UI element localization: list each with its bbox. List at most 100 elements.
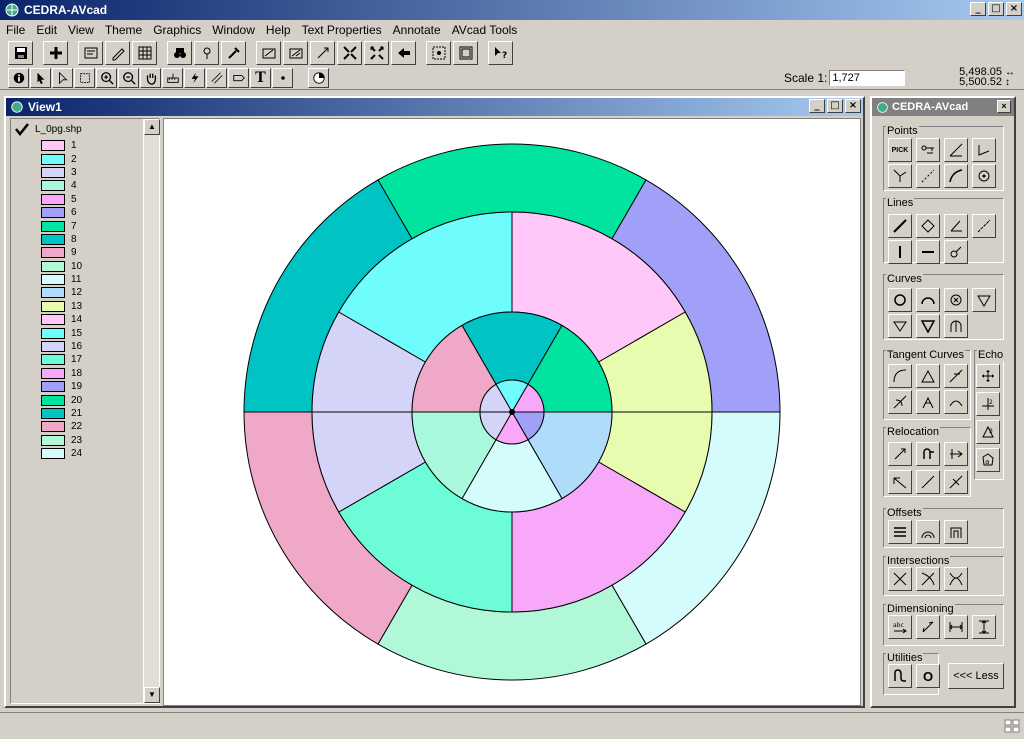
legend-swatch[interactable] bbox=[41, 408, 65, 419]
relocate-point-button[interactable] bbox=[944, 470, 968, 494]
text-tool[interactable]: T bbox=[250, 67, 271, 88]
echo-three-button[interactable]: 3 bbox=[976, 420, 1000, 444]
legend-swatch[interactable] bbox=[41, 207, 65, 219]
pick-point-button[interactable]: PICK bbox=[888, 138, 912, 162]
menu-window[interactable]: Window bbox=[212, 23, 255, 37]
zoom-full-button[interactable] bbox=[256, 41, 281, 65]
echo-area-button[interactable]: a bbox=[976, 448, 1000, 472]
offset-point-button[interactable] bbox=[972, 138, 996, 162]
relocate-rotate-button[interactable] bbox=[916, 442, 940, 466]
offset-polylines-button[interactable] bbox=[944, 520, 968, 544]
intersect-line-curve-button[interactable] bbox=[916, 567, 940, 591]
legend-swatch[interactable] bbox=[41, 166, 65, 178]
panel-title-bar[interactable]: CEDRA-AVcad × bbox=[872, 98, 1014, 116]
zoom-in-tool[interactable] bbox=[96, 67, 117, 88]
menu-avcad-tools[interactable]: AVcad Tools bbox=[452, 23, 518, 37]
scale-input[interactable] bbox=[829, 70, 906, 86]
menu-text-properties[interactable]: Text Properties bbox=[302, 23, 382, 37]
legend-swatch[interactable] bbox=[41, 153, 65, 165]
menu-help[interactable]: Help bbox=[266, 23, 291, 37]
draw-point-tool[interactable] bbox=[272, 67, 293, 88]
scroll-down-arrow[interactable]: ▼ bbox=[144, 687, 160, 703]
menu-edit[interactable]: Edit bbox=[36, 23, 57, 37]
query-builder-button[interactable] bbox=[221, 41, 246, 65]
toc-scrollbar[interactable]: ▲ ▼ bbox=[143, 119, 160, 703]
find-button[interactable] bbox=[167, 41, 192, 65]
horizontal-line-button[interactable] bbox=[916, 240, 940, 264]
locate-button[interactable] bbox=[194, 41, 219, 65]
clear-selection-button[interactable] bbox=[453, 41, 478, 65]
tangent-arc-button[interactable] bbox=[944, 314, 968, 338]
legend-swatch[interactable] bbox=[41, 180, 65, 192]
echo-move-button[interactable] bbox=[976, 364, 1000, 388]
legend-swatch[interactable] bbox=[41, 327, 65, 339]
legend-swatch[interactable] bbox=[41, 354, 65, 366]
legend-swatch[interactable] bbox=[41, 220, 65, 232]
zoom-previous-button[interactable] bbox=[391, 41, 416, 65]
curve-point-button[interactable] bbox=[944, 164, 968, 188]
intersect-lines-button[interactable] bbox=[888, 567, 912, 591]
dimension-horizontal-button[interactable] bbox=[944, 615, 968, 639]
segment-curve-button[interactable] bbox=[972, 288, 996, 312]
line-polygon-button[interactable] bbox=[916, 214, 940, 238]
view-title-bar[interactable]: View1 _ □ × bbox=[6, 98, 863, 116]
save-button[interactable] bbox=[8, 41, 33, 65]
edit-legend-button[interactable] bbox=[105, 41, 130, 65]
zoom-out-button[interactable] bbox=[364, 41, 389, 65]
table-button[interactable] bbox=[132, 41, 157, 65]
view-close-button[interactable]: × bbox=[845, 99, 861, 113]
panel-close-button[interactable]: × bbox=[997, 100, 1011, 113]
add-theme-button[interactable] bbox=[43, 41, 68, 65]
checkmark-icon[interactable] bbox=[15, 123, 29, 136]
pan-tool[interactable] bbox=[140, 67, 161, 88]
menu-annotate[interactable]: Annotate bbox=[393, 23, 441, 37]
tangent-curve-1-button[interactable] bbox=[888, 364, 912, 388]
utility-edit-button[interactable] bbox=[888, 664, 912, 688]
relocate-line-button[interactable] bbox=[916, 470, 940, 494]
hotlink-tool[interactable] bbox=[184, 67, 205, 88]
tangent-curve-6-button[interactable] bbox=[944, 390, 968, 414]
legend-swatch[interactable] bbox=[41, 381, 65, 393]
legend-swatch[interactable] bbox=[41, 233, 65, 245]
offset-lines-button[interactable] bbox=[888, 520, 912, 544]
less-button[interactable]: <<< Less bbox=[948, 663, 1004, 689]
utility-o-button[interactable]: O bbox=[916, 664, 940, 688]
legend-swatch[interactable] bbox=[41, 341, 65, 353]
zoom-active-button[interactable] bbox=[283, 41, 308, 65]
legend-swatch[interactable] bbox=[41, 448, 65, 460]
close-button[interactable]: × bbox=[1006, 2, 1022, 16]
vertex-edit-tool[interactable] bbox=[52, 67, 73, 88]
identify-tool[interactable] bbox=[8, 67, 29, 88]
three-point-curve-button[interactable] bbox=[888, 314, 912, 338]
select-features-button[interactable] bbox=[426, 41, 451, 65]
view-maximize-button[interactable]: □ bbox=[827, 99, 843, 113]
dotted-line-button[interactable] bbox=[916, 164, 940, 188]
maximize-button[interactable]: □ bbox=[988, 2, 1004, 16]
circle-curve-button[interactable] bbox=[888, 288, 912, 312]
legend-swatch[interactable] bbox=[41, 140, 65, 152]
legend-swatch[interactable] bbox=[41, 394, 65, 406]
legend-swatch[interactable] bbox=[41, 314, 65, 326]
center-curve-button[interactable] bbox=[944, 288, 968, 312]
relocate-scale-button[interactable] bbox=[888, 470, 912, 494]
tangent-curve-3-button[interactable] bbox=[944, 364, 968, 388]
legend-swatch[interactable] bbox=[41, 421, 65, 433]
relocate-shift-button[interactable] bbox=[944, 442, 968, 466]
arc-curve-button[interactable] bbox=[916, 288, 940, 312]
echo-copy-button[interactable]: 2 bbox=[976, 392, 1000, 416]
dimension-vertical-button[interactable] bbox=[972, 615, 996, 639]
line-distance-button[interactable] bbox=[972, 214, 996, 238]
line-pick-button[interactable] bbox=[888, 214, 912, 238]
menu-view[interactable]: View bbox=[68, 23, 94, 37]
tangent-curve-4-button[interactable] bbox=[888, 390, 912, 414]
legend-swatch[interactable] bbox=[41, 247, 65, 259]
minimize-button[interactable]: _ bbox=[970, 2, 986, 16]
zoom-selected-button[interactable] bbox=[310, 41, 335, 65]
intersect-curves-button[interactable] bbox=[944, 567, 968, 591]
select-feature-tool[interactable] bbox=[74, 67, 95, 88]
bearing-point-button[interactable] bbox=[944, 138, 968, 162]
pointer-tool[interactable] bbox=[30, 67, 51, 88]
chart-tool[interactable] bbox=[308, 67, 329, 88]
menu-graphics[interactable]: Graphics bbox=[153, 23, 201, 37]
legend-swatch[interactable] bbox=[41, 434, 65, 446]
